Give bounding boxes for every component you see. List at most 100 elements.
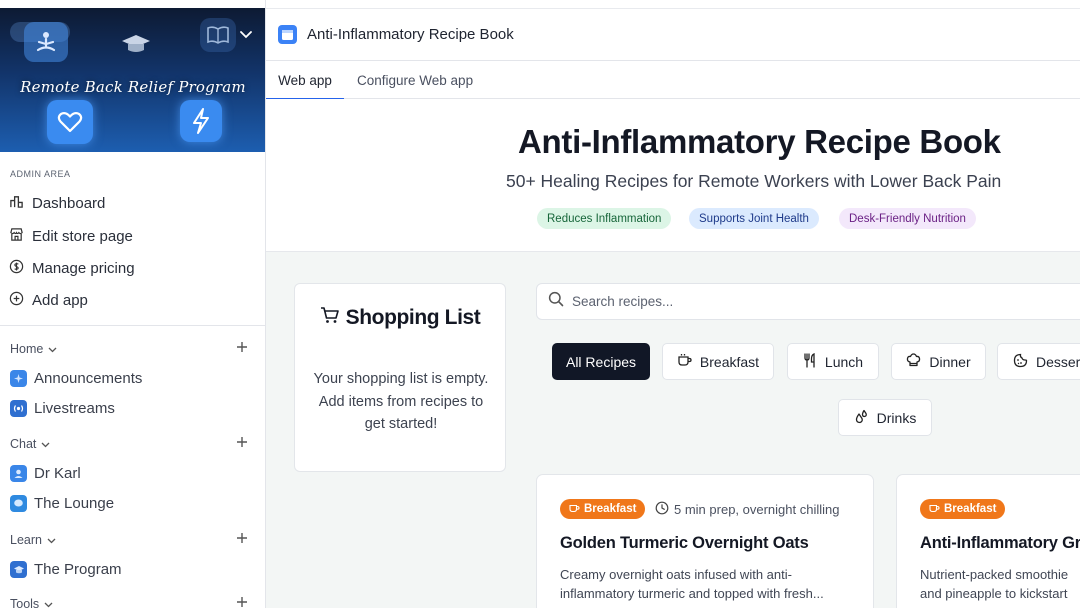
tab-label: Configure Web app <box>357 72 474 88</box>
benefit-pill: Reduces Inflammation <box>537 208 672 229</box>
admin-item-add-app[interactable]: Add app <box>9 287 88 313</box>
recipe-description: Creamy overnight oats infused with anti-… <box>560 567 824 601</box>
filter-label: Desser <box>1036 353 1080 370</box>
utensils-icon <box>803 352 817 371</box>
store-icon <box>9 227 24 246</box>
filter-lunch[interactable]: Lunch <box>787 343 879 380</box>
tab-web-app[interactable]: Web app <box>266 61 344 100</box>
section-tools[interactable]: Tools <box>10 595 254 608</box>
shopping-list-title-text: Shopping List <box>345 306 481 329</box>
tab-configure-web-app[interactable]: Configure Web app <box>357 61 473 99</box>
hero: Anti-Inflammatory Recipe Book 50+ Healin… <box>266 99 1080 252</box>
app-title: Anti-Inflammatory Recipe Book <box>307 26 514 43</box>
cookie-icon <box>1013 353 1028 371</box>
benefit-pill: Desk-Friendly Nutrition <box>839 208 976 229</box>
sidebar-item-label: The Lounge <box>34 494 115 512</box>
shopping-cart-icon <box>320 306 340 330</box>
filter-label: All Recipes <box>565 353 637 370</box>
shopping-list-title: Shopping List <box>295 306 505 330</box>
category-label: Breakfast <box>944 503 997 515</box>
filter-breakfast[interactable]: Breakfast <box>662 343 774 380</box>
lightning-icon <box>180 100 222 142</box>
admin-item-manage-pricing[interactable]: Manage pricing <box>9 255 135 281</box>
broadcast-icon <box>10 399 27 417</box>
tab-label: Web app <box>278 72 332 88</box>
graduation-cap-icon <box>116 26 156 62</box>
filter-label: Lunch <box>824 353 864 370</box>
search-input[interactable] <box>572 294 1052 309</box>
coffee-icon <box>569 503 580 516</box>
web-app-content: Anti-Inflammatory Recipe Book 50+ Healin… <box>266 99 1080 608</box>
chevron-down-icon <box>41 437 50 451</box>
chef-hat-icon <box>906 353 921 370</box>
admin-item-label: Add app <box>32 291 88 309</box>
filter-label: Dinner <box>929 353 971 370</box>
add-space-icon[interactable] <box>236 596 248 608</box>
admin-item-edit-store-page[interactable]: Edit store page <box>9 223 133 249</box>
section-home[interactable]: Home <box>10 340 254 358</box>
droplets-icon <box>854 409 869 427</box>
sidebar-item-label: The Program <box>34 560 122 578</box>
doctor-icon <box>10 464 27 482</box>
heart-icon <box>47 100 93 144</box>
category-label: Breakfast <box>584 503 637 515</box>
section-learn[interactable]: Learn <box>10 531 254 549</box>
section-label: Home <box>10 342 44 356</box>
add-space-icon[interactable] <box>236 532 248 547</box>
program-banner[interactable]: Remote Back Relief Program <box>0 8 265 152</box>
admin-item-label: Dashboard <box>32 194 106 212</box>
recipe-title: Anti-Inflammatory Gr <box>920 534 1080 552</box>
app-icon <box>278 25 297 44</box>
filter-label: Breakfast <box>699 353 760 370</box>
admin-item-dashboard[interactable]: Dashboard <box>9 190 105 216</box>
sidebar-item-label: Dr Karl <box>34 464 81 482</box>
recipe-description: Nutrient-packed smoothie and pineapple t… <box>920 567 1069 601</box>
add-space-icon[interactable] <box>236 436 248 451</box>
filter-drinks[interactable]: Drinks <box>838 399 932 436</box>
graduation-cap-icon <box>10 560 27 578</box>
sidebar-item-label: Livestreams <box>34 399 115 417</box>
coffee-icon <box>677 353 692 370</box>
coffee-icon <box>929 503 940 516</box>
chevron-down-icon[interactable] <box>240 26 252 44</box>
prep-time: 5 min prep, overnight chilling <box>655 499 839 519</box>
sidebar-item-announcements[interactable]: Announcements <box>10 366 142 390</box>
plus-circle-icon <box>9 291 24 310</box>
sidebar-item-livestreams[interactable]: Livestreams <box>10 396 115 420</box>
section-label: Chat <box>10 437 37 451</box>
section-chat[interactable]: Chat <box>10 435 254 453</box>
sidebar: Remote Back Relief Program ADMIN AREA Da… <box>0 0 266 608</box>
chevron-down-icon <box>44 597 53 608</box>
dollar-icon <box>9 259 24 278</box>
shopping-list-empty-text: Your shopping list is empty. Add items f… <box>313 371 489 432</box>
filter-dinner[interactable]: Dinner <box>891 343 986 380</box>
page-subtitle: 50+ Healing Recipes for Remote Workers w… <box>506 171 1002 191</box>
recipe-title: Golden Turmeric Overnight Oats <box>560 534 809 552</box>
chevron-down-icon <box>47 533 56 547</box>
category-badge: Breakfast <box>560 499 646 519</box>
sidebar-item-the-lounge[interactable]: The Lounge <box>10 491 114 515</box>
recipe-card[interactable]: Breakfast 5 min prep, overnight chilling… <box>536 474 874 608</box>
shopping-list-card: Shopping List Your shopping list is empt… <box>294 283 506 472</box>
admin-area-label: ADMIN AREA <box>10 169 71 179</box>
benefit-pill: Supports Joint Health <box>689 208 819 229</box>
filter-desserts[interactable]: Desser <box>997 343 1080 380</box>
section-label: Tools <box>10 597 40 608</box>
category-badge: Breakfast <box>920 499 1006 519</box>
search-bar[interactable] <box>536 283 1080 320</box>
recipe-card[interactable]: Breakfast Anti-Inflammatory Gr Nutrient-… <box>896 474 1080 608</box>
chart-icon <box>9 194 24 213</box>
sidebar-item-the-program[interactable]: The Program <box>10 557 122 581</box>
add-space-icon[interactable] <box>236 341 248 356</box>
book-icon <box>200 18 236 52</box>
section-label: Learn <box>10 533 42 547</box>
filter-label: Drinks <box>876 409 917 426</box>
sidebar-item-dr-karl[interactable]: Dr Karl <box>10 461 81 485</box>
chevron-down-icon <box>48 342 57 356</box>
page-title: Anti-Inflammatory Recipe Book <box>518 123 1001 160</box>
meditation-icon <box>24 22 68 62</box>
app-header: Anti-Inflammatory Recipe Book <box>266 8 1080 61</box>
filter-all-recipes[interactable]: All Recipes <box>552 343 650 380</box>
clock-icon <box>655 501 669 518</box>
tab-bar: Web app Configure Web app <box>266 61 1080 100</box>
